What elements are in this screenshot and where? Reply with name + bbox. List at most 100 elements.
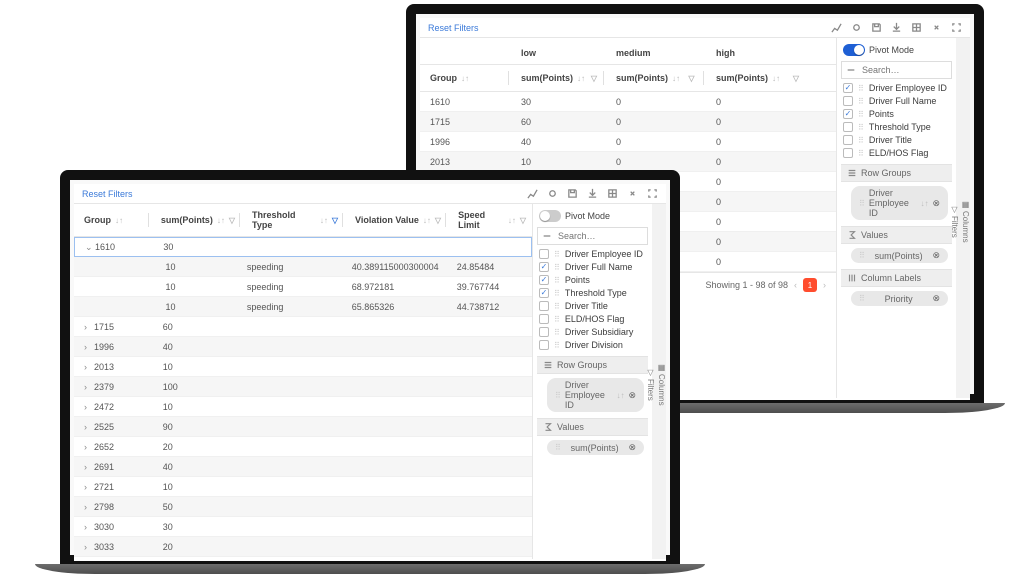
expand-icon[interactable]: › [84, 322, 94, 332]
side-tab-columns[interactable]: ▦ Columns [657, 361, 666, 408]
fullscreen-icon[interactable] [647, 188, 658, 199]
column-toggle[interactable]: ⠿ELD/HOS Flag [843, 148, 950, 158]
checkbox-icon[interactable] [539, 327, 549, 337]
filter-icon[interactable]: ▽ [688, 74, 694, 83]
checkbox-icon[interactable] [539, 262, 549, 272]
column-toggle[interactable]: ⠿Driver Full Name [539, 262, 646, 272]
expand-icon[interactable]: › [84, 502, 94, 512]
table-row[interactable]: 20131000 [420, 152, 836, 172]
panel-search[interactable] [841, 61, 952, 79]
column-toggle[interactable]: ⠿Threshold Type [539, 288, 646, 298]
expand-icon[interactable]: › [84, 482, 94, 492]
collapse-icon[interactable] [931, 22, 942, 33]
table-row[interactable]: ›201310 [74, 357, 532, 377]
col-sum-points[interactable]: sum(Points)↓↑▽ [155, 204, 246, 236]
column-label-chip[interactable]: ⠿Priority⊗ [851, 291, 948, 306]
checkbox-icon[interactable] [843, 148, 853, 158]
grid-icon[interactable] [911, 22, 922, 33]
pager-current[interactable]: 1 [803, 278, 817, 292]
table-row[interactable]: ›272110 [74, 477, 532, 497]
col-med-agg[interactable]: sum(Points)↓↑▽ [610, 65, 710, 91]
table-row[interactable]: ›265220 [74, 437, 532, 457]
col-group-high[interactable]: high [710, 42, 805, 64]
filter-icon[interactable]: ▽ [520, 216, 526, 225]
expand-icon[interactable]: › [84, 542, 94, 552]
table-row[interactable]: ›2379100 [74, 377, 532, 397]
col-violation-value[interactable]: Violation Value↓↑▽ [349, 204, 452, 236]
save-icon[interactable] [567, 188, 578, 199]
collapse-icon[interactable] [627, 188, 638, 199]
col-group-medium[interactable]: medium [610, 42, 710, 64]
chart-icon[interactable] [831, 22, 842, 33]
checkbox-icon[interactable] [843, 109, 853, 119]
pivot-switch[interactable] [539, 210, 561, 222]
checkbox-icon[interactable] [843, 83, 853, 93]
column-toggle[interactable]: ⠿Points [843, 109, 950, 119]
checkbox-icon[interactable] [539, 288, 549, 298]
values-chip[interactable]: ⠿sum(Points)⊗ [851, 248, 948, 263]
filter-icon[interactable]: ▽ [793, 74, 799, 83]
table-row[interactable]: ›171560 [74, 317, 532, 337]
col-high-agg[interactable]: sum(Points)↓↑▽ [710, 65, 805, 91]
table-row[interactable]: 16103000 [420, 92, 836, 112]
expand-icon[interactable]: ⌄ [85, 242, 95, 253]
table-row[interactable]: ›247210 [74, 397, 532, 417]
filter-icon[interactable]: ▽ [229, 216, 235, 225]
save-icon[interactable] [871, 22, 882, 33]
col-threshold-type[interactable]: Threshold Type↓↑▽ [246, 204, 349, 236]
expand-icon[interactable]: › [84, 382, 94, 392]
table-row[interactable]: 10speeding68.97218139.767744 [74, 277, 532, 297]
checkbox-icon[interactable] [539, 275, 549, 285]
col-group[interactable]: Group↓↑ [74, 204, 155, 236]
checkbox-icon[interactable] [843, 96, 853, 106]
toggle-icon[interactable] [851, 22, 862, 33]
expand-icon[interactable]: › [84, 402, 94, 412]
table-row[interactable]: 10speeding40.38911500030000424.85484 [74, 257, 532, 277]
table-row[interactable]: ›269140 [74, 457, 532, 477]
column-toggle[interactable]: ⠿Driver Title [539, 301, 646, 311]
reset-link[interactable]: Reset Filters [428, 23, 479, 33]
fullscreen-icon[interactable] [951, 22, 962, 33]
column-toggle[interactable]: ⠿Driver Full Name [843, 96, 950, 106]
pager-next[interactable]: › [823, 280, 826, 290]
table-row[interactable]: ›252590 [74, 417, 532, 437]
filter-icon[interactable]: ▽ [332, 216, 338, 225]
table-row[interactable]: ⌄161030 [74, 237, 532, 257]
panel-search-input[interactable] [860, 64, 940, 76]
checkbox-icon[interactable] [539, 340, 549, 350]
table-row[interactable]: 19964000 [420, 132, 836, 152]
table-row[interactable]: ›303320 [74, 537, 532, 557]
table-row[interactable]: ›303030 [74, 517, 532, 537]
column-toggle[interactable]: ⠿Driver Employee ID [843, 83, 950, 93]
column-toggle[interactable]: ⠿Threshold Type [843, 122, 950, 132]
table-row[interactable]: 17156000 [420, 112, 836, 132]
column-toggle[interactable]: ⠿Driver Employee ID [539, 249, 646, 259]
column-toggle[interactable]: ⠿Driver Subsidiary [539, 327, 646, 337]
column-toggle[interactable]: ⠿Driver Division [539, 340, 646, 350]
side-tab-filters[interactable]: ▽ Filters [646, 366, 655, 403]
side-tab-filters[interactable]: ▽ Filters [950, 203, 959, 240]
panel-search-input[interactable] [556, 230, 636, 242]
row-group-chip[interactable]: ⠿Driver Employee ID↓↑⊗ [851, 186, 948, 220]
download-icon[interactable] [587, 188, 598, 199]
chart-icon[interactable] [527, 188, 538, 199]
expand-icon[interactable]: › [84, 462, 94, 472]
column-toggle[interactable]: ⠿Driver Title [843, 135, 950, 145]
col-low-agg[interactable]: sum(Points)↓↑▽ [515, 65, 610, 91]
expand-icon[interactable]: › [84, 342, 94, 352]
expand-icon[interactable]: › [84, 362, 94, 372]
checkbox-icon[interactable] [843, 122, 853, 132]
reset-link[interactable]: Reset Filters [82, 189, 133, 199]
col-group[interactable]: Group↓↑ [420, 65, 515, 91]
checkbox-icon[interactable] [539, 301, 549, 311]
row-group-chip[interactable]: ⠿Driver Employee ID↓↑⊗ [547, 378, 644, 412]
checkbox-icon[interactable] [843, 135, 853, 145]
filter-icon[interactable]: ▽ [435, 216, 441, 225]
expand-icon[interactable]: › [84, 442, 94, 452]
col-speed-limit[interactable]: Speed Limit↓↑▽ [452, 204, 532, 236]
pager-prev[interactable]: ‹ [794, 280, 797, 290]
table-row[interactable]: ›279850 [74, 497, 532, 517]
table-row[interactable]: ›199640 [74, 337, 532, 357]
table-row[interactable]: 10speeding65.86532644.738712 [74, 297, 532, 317]
expand-icon[interactable]: › [84, 422, 94, 432]
